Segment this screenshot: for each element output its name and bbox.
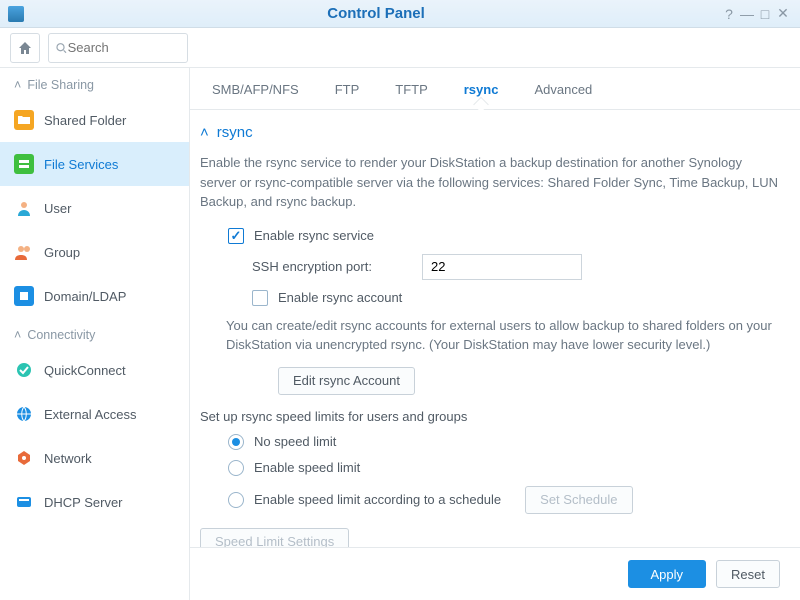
home-icon [17, 40, 33, 56]
speed-limit-intro: Set up rsync speed limits for users and … [200, 409, 780, 424]
search-input[interactable] [68, 40, 181, 55]
folder-icon [14, 110, 34, 130]
file-services-icon [14, 154, 34, 174]
section-title: rsync [217, 124, 253, 141]
speed-enable-radio[interactable] [228, 460, 244, 476]
toolbar [0, 28, 800, 68]
ssh-port-label: SSH encryption port: [252, 259, 422, 274]
sidebar-item-dhcp-server[interactable]: DHCP Server [0, 480, 189, 524]
sidebar: ˄ File Sharing Shared Folder File Servic… [0, 68, 190, 600]
tab-tftp[interactable]: TFTP [377, 68, 446, 109]
sidebar-item-file-services[interactable]: File Services [0, 142, 189, 186]
sidebar-item-label: DHCP Server [44, 495, 123, 510]
ldap-icon [14, 286, 34, 306]
section-description: Enable the rsync service to render your … [200, 153, 780, 212]
sidebar-item-label: QuickConnect [44, 363, 126, 378]
search-icon [55, 41, 68, 55]
apply-button[interactable]: Apply [628, 560, 707, 588]
sidebar-section-connectivity[interactable]: ˄ Connectivity [0, 318, 189, 348]
footer: Apply Reset [190, 547, 800, 600]
tab-smb-afp-nfs[interactable]: SMB/AFP/NFS [194, 68, 317, 109]
tab-rsync[interactable]: rsync [446, 68, 517, 109]
quickconnect-icon [14, 360, 34, 380]
sidebar-item-user[interactable]: User [0, 186, 189, 230]
sidebar-item-shared-folder[interactable]: Shared Folder [0, 98, 189, 142]
window-title: Control Panel [32, 5, 720, 22]
rsync-account-description: You can create/edit rsync accounts for e… [226, 316, 780, 355]
sidebar-section-label: Connectivity [27, 328, 95, 342]
sidebar-item-network[interactable]: Network [0, 436, 189, 480]
speed-schedule-label: Enable speed limit according to a schedu… [254, 492, 501, 507]
rsync-panel: ˄ rsync Enable the rsync service to rend… [190, 110, 800, 547]
sidebar-item-label: Network [44, 451, 92, 466]
content-area: SMB/AFP/NFS FTP TFTP rsync Advanced ˄ rs… [190, 68, 800, 600]
sidebar-item-label: Shared Folder [44, 113, 126, 128]
enable-rsync-label: Enable rsync service [254, 228, 374, 243]
enable-rsync-account-checkbox[interactable] [252, 290, 268, 306]
chevron-up-icon: ˄ [14, 328, 21, 342]
chevron-up-icon: ˄ [200, 124, 209, 141]
sidebar-section-label: File Sharing [27, 78, 94, 92]
tabs: SMB/AFP/NFS FTP TFTP rsync Advanced [190, 68, 800, 110]
help-icon[interactable]: ? [720, 6, 738, 22]
chevron-up-icon: ˄ [14, 78, 21, 92]
speed-enable-label: Enable speed limit [254, 460, 360, 475]
home-button[interactable] [10, 33, 40, 63]
app-icon [8, 6, 24, 22]
sidebar-item-label: Group [44, 245, 80, 260]
tab-ftp[interactable]: FTP [317, 68, 378, 109]
user-icon [14, 198, 34, 218]
sidebar-item-label: Domain/LDAP [44, 289, 126, 304]
sidebar-item-quickconnect[interactable]: QuickConnect [0, 348, 189, 392]
dhcp-icon [14, 492, 34, 512]
sidebar-section-file-sharing[interactable]: ˄ File Sharing [0, 68, 189, 98]
minimize-icon[interactable]: — [738, 6, 756, 22]
tab-advanced[interactable]: Advanced [516, 68, 610, 109]
set-schedule-button[interactable]: Set Schedule [525, 486, 632, 514]
network-icon [14, 448, 34, 468]
sidebar-item-label: User [44, 201, 71, 216]
speed-none-label: No speed limit [254, 434, 336, 449]
reset-button[interactable]: Reset [716, 560, 780, 588]
speed-none-radio[interactable] [228, 434, 244, 450]
sidebar-item-label: External Access [44, 407, 137, 422]
sidebar-item-group[interactable]: Group [0, 230, 189, 274]
titlebar: Control Panel ? — □ ✕ [0, 0, 800, 28]
group-icon [14, 242, 34, 262]
search-field[interactable] [48, 33, 188, 63]
ssh-port-input[interactable] [422, 254, 582, 280]
speed-limit-settings-button[interactable]: Speed Limit Settings [200, 528, 349, 548]
globe-icon [14, 404, 34, 424]
enable-rsync-account-label: Enable rsync account [278, 290, 402, 305]
section-toggle-rsync[interactable]: ˄ rsync [200, 124, 780, 141]
sidebar-item-label: File Services [44, 157, 118, 172]
enable-rsync-checkbox[interactable] [228, 228, 244, 244]
sidebar-item-domain-ldap[interactable]: Domain/LDAP [0, 274, 189, 318]
edit-rsync-account-button[interactable]: Edit rsync Account [278, 367, 415, 395]
sidebar-item-external-access[interactable]: External Access [0, 392, 189, 436]
close-icon[interactable]: ✕ [774, 5, 792, 22]
speed-schedule-radio[interactable] [228, 492, 244, 508]
maximize-icon[interactable]: □ [756, 6, 774, 22]
